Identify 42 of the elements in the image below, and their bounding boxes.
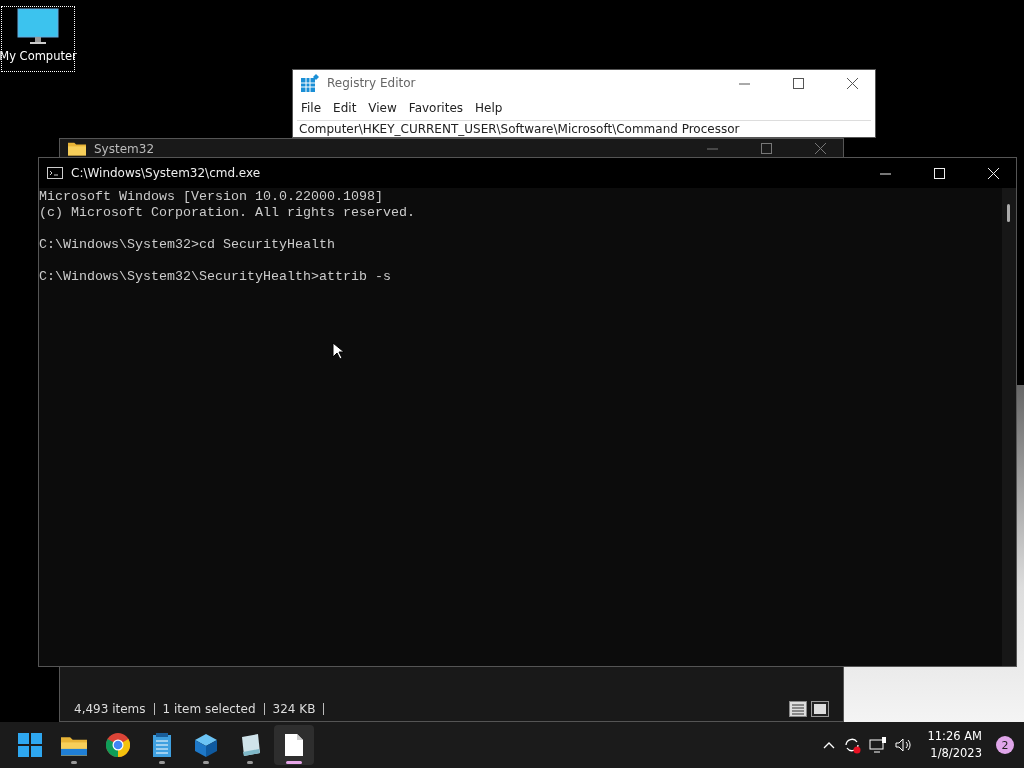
status-text: 4,493 items: [74, 702, 146, 716]
menu-item[interactable]: Favorites: [404, 101, 468, 115]
desktop-icon[interactable]: My Computer: [1, 6, 75, 72]
maximize-icon: [792, 77, 804, 89]
console-line: (c) Microsoft Corporation. All rights reserved.: [39, 205, 416, 221]
maximize-icon: [760, 143, 772, 154]
document-icon: [285, 734, 303, 756]
network-icon[interactable]: [869, 737, 888, 753]
window-title: System32: [94, 141, 156, 156]
cursor-icon: [332, 342, 344, 360]
console-line: Microsoft Windows [Version 10.0.22000.1098]: [39, 189, 384, 205]
window-title: Registry Editor: [327, 76, 417, 90]
sync-icon[interactable]: [843, 736, 862, 754]
maximize-icon: [933, 167, 945, 179]
console-icon: [47, 167, 63, 179]
registry-icon: [301, 74, 319, 92]
notepad-icon: [152, 733, 172, 757]
chrome-icon: [106, 733, 130, 757]
chevron-up-icon[interactable]: [823, 741, 836, 749]
monitor-icon: [16, 7, 60, 47]
close-icon: [846, 77, 858, 89]
taskbar-app-button[interactable]: [274, 725, 314, 765]
console-line: C:\Windows\System32>cd SecurityHealth: [39, 237, 336, 253]
clock[interactable]: 11:26 AM 1/8/2023: [927, 728, 982, 762]
cube-icon: [194, 733, 218, 757]
folder-icon: [68, 141, 86, 156]
menu-item[interactable]: Help: [471, 101, 507, 115]
close-icon: [987, 167, 999, 179]
menu-item[interactable]: Edit: [329, 101, 361, 115]
close-icon: [814, 143, 826, 154]
thumbnail-view-icon[interactable]: [811, 701, 829, 717]
status-text: 1 item selected: [162, 702, 256, 716]
console-line: C:\Windows\System32\SecurityHealth>attrib -s: [39, 269, 392, 285]
folder-icon: [61, 734, 87, 756]
status-text: 324 KB: [272, 702, 316, 716]
menu-item[interactable]: File: [297, 101, 326, 115]
windows-logo-icon: [18, 733, 42, 757]
menu-item[interactable]: View: [364, 101, 401, 115]
window-title: C:\Windows\System32\cmd.exe: [71, 166, 262, 180]
scrollbar[interactable]: [1002, 188, 1016, 666]
volume-icon[interactable]: [895, 737, 914, 753]
notification-badge[interactable]: 2: [996, 736, 1014, 754]
